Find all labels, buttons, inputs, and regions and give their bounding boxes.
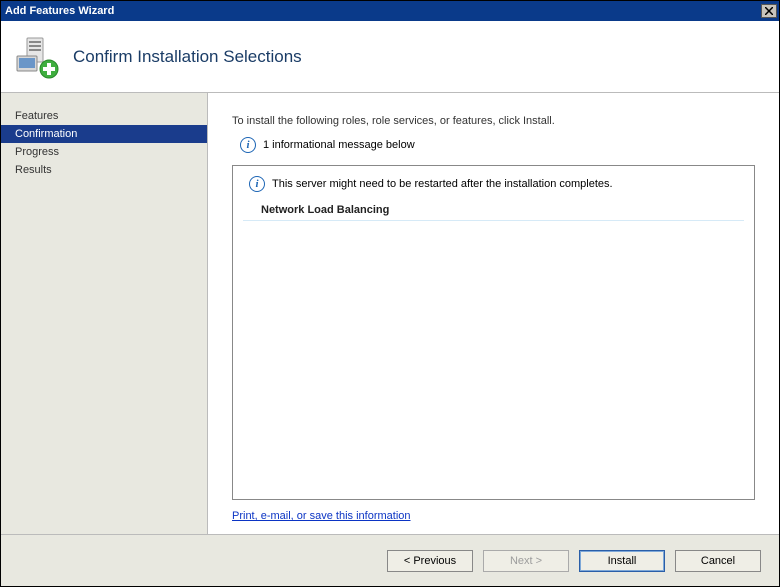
sidebar-item-features[interactable]: Features: [1, 107, 207, 125]
sidebar: Features Confirmation Progress Results: [1, 93, 207, 534]
cancel-button[interactable]: Cancel: [675, 550, 761, 572]
wizard-icon: [15, 34, 61, 80]
main-panel: To install the following roles, role ser…: [207, 93, 779, 534]
selected-feature: Network Load Balancing: [243, 202, 744, 221]
info-message-text: 1 informational message below: [263, 139, 415, 151]
sidebar-item-results[interactable]: Results: [1, 161, 207, 179]
info-icon: i: [249, 176, 265, 192]
sidebar-item-progress[interactable]: Progress: [1, 143, 207, 161]
restart-warning-text: This server might need to be restarted a…: [272, 178, 613, 190]
info-icon: i: [240, 137, 256, 153]
install-button[interactable]: Install: [579, 550, 665, 572]
close-icon: [765, 7, 773, 15]
instruction-text: To install the following roles, role ser…: [232, 115, 755, 127]
info-message-row: i 1 informational message below: [232, 137, 755, 153]
header-section: Confirm Installation Selections: [1, 21, 779, 93]
content-box: i This server might need to be restarted…: [232, 165, 755, 500]
body-section: Features Confirmation Progress Results T…: [1, 93, 779, 534]
sidebar-item-confirmation[interactable]: Confirmation: [1, 125, 207, 143]
next-button: Next >: [483, 550, 569, 572]
restart-warning-row: i This server might need to be restarted…: [243, 176, 744, 192]
titlebar: Add Features Wizard: [1, 1, 779, 21]
footer: < Previous Next > Install Cancel: [1, 534, 779, 586]
wizard-window: Add Features Wizard Confirm Installation…: [0, 0, 780, 587]
previous-button[interactable]: < Previous: [387, 550, 473, 572]
page-title: Confirm Installation Selections: [73, 47, 302, 67]
print-email-save-link[interactable]: Print, e-mail, or save this information: [232, 510, 411, 522]
link-row: Print, e-mail, or save this information: [232, 510, 755, 522]
window-title: Add Features Wizard: [5, 5, 761, 17]
close-button[interactable]: [761, 4, 777, 18]
